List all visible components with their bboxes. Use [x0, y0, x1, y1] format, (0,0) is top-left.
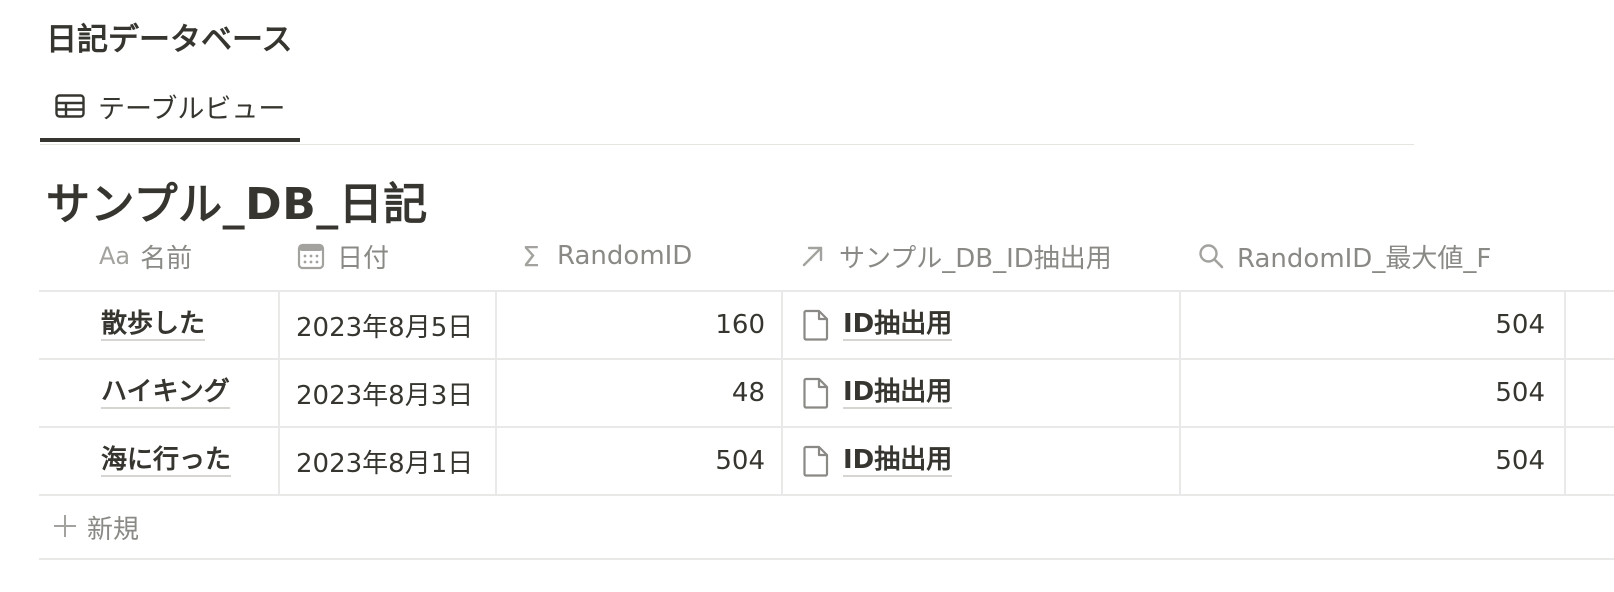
name-cell[interactable]: ハイキング: [101, 360, 279, 426]
randomid-cell[interactable]: 160: [497, 292, 765, 358]
rollup-cell[interactable]: 504: [1181, 360, 1545, 426]
column-header-label: サンプル_DB_ID抽出用: [839, 243, 1112, 274]
rollup-cell[interactable]: 504: [1181, 428, 1545, 494]
date-value: 2023年8月3日: [296, 380, 474, 411]
sigma-icon: Σ: [522, 239, 540, 273]
relation-cell[interactable]: ID抽出用: [801, 428, 1181, 494]
plus-icon: [53, 511, 77, 543]
page-icon: [801, 376, 831, 410]
column-divider: [781, 428, 783, 494]
column-divider: [1564, 292, 1566, 358]
relation-link[interactable]: ID抽出用: [843, 445, 953, 477]
column-divider: [781, 360, 783, 426]
randomid-value: 504: [715, 446, 765, 476]
tab-table-view[interactable]: テーブルビュー: [40, 74, 300, 142]
add-new-row-label: 新規: [87, 514, 140, 545]
column-header-label: RandomID_最大値_F: [1237, 243, 1492, 274]
page-title: 日記データベース: [46, 22, 293, 58]
relation-cell[interactable]: ID抽出用: [801, 360, 1181, 426]
column-header-rollup[interactable]: RandomID_最大値_F: [1195, 222, 1491, 290]
column-divider: [278, 360, 280, 426]
rollup-cell[interactable]: 504: [1181, 292, 1545, 358]
table-row[interactable]: 散歩した 2023年8月5日 160 ID抽出用 504: [39, 292, 1614, 360]
rollup-value: 504: [1495, 378, 1545, 408]
randomid-value: 48: [731, 378, 765, 408]
date-cell[interactable]: 2023年8月5日: [296, 292, 496, 358]
page-name-link[interactable]: 海に行った: [101, 445, 232, 477]
search-icon: [1195, 240, 1227, 272]
database-table: Aa 名前 日付 Σ RandomID サンプル_DB_ID抽出用 Random…: [39, 222, 1614, 560]
arrow-up-right-icon: [797, 240, 829, 272]
add-new-row-button[interactable]: 新規: [39, 496, 1614, 560]
page-icon: [801, 308, 831, 342]
date-value: 2023年8月5日: [296, 312, 474, 343]
calendar-icon: [295, 240, 327, 272]
column-divider: [781, 292, 783, 358]
column-divider: [1564, 360, 1566, 426]
page-name-link[interactable]: ハイキング: [101, 377, 230, 409]
column-header-label: RandomID: [557, 241, 693, 271]
rollup-value: 504: [1495, 310, 1545, 340]
column-divider: [278, 292, 280, 358]
page-icon: [801, 444, 831, 478]
tab-label: テーブルビュー: [98, 93, 286, 125]
tab-divider: [40, 144, 1414, 145]
column-divider: [278, 428, 280, 494]
date-value: 2023年8月1日: [296, 448, 474, 479]
randomid-cell[interactable]: 504: [497, 428, 765, 494]
relation-link[interactable]: ID抽出用: [843, 309, 953, 341]
randomid-cell[interactable]: 48: [497, 360, 765, 426]
table-row[interactable]: 海に行った 2023年8月1日 504 ID抽出用 504: [39, 428, 1614, 496]
column-divider: [1564, 428, 1566, 494]
date-cell[interactable]: 2023年8月3日: [296, 360, 496, 426]
column-header-randomid[interactable]: Σ RandomID: [515, 222, 692, 290]
column-header-label: 日付: [337, 243, 390, 274]
date-cell[interactable]: 2023年8月1日: [296, 428, 496, 494]
name-cell[interactable]: 海に行った: [101, 428, 279, 494]
table-row[interactable]: ハイキング 2023年8月3日 48 ID抽出用 504: [39, 360, 1614, 428]
table-icon: [54, 92, 86, 120]
column-header-name[interactable]: Aa 名前: [99, 222, 192, 290]
page-name-link[interactable]: 散歩した: [101, 309, 206, 341]
relation-cell[interactable]: ID抽出用: [801, 292, 1181, 358]
name-cell[interactable]: 散歩した: [101, 292, 279, 358]
rollup-value: 504: [1495, 446, 1545, 476]
table-header-row: Aa 名前 日付 Σ RandomID サンプル_DB_ID抽出用 Random…: [39, 222, 1614, 292]
column-header-date[interactable]: 日付: [295, 222, 389, 290]
randomid-value: 160: [715, 310, 765, 340]
relation-link[interactable]: ID抽出用: [843, 377, 953, 409]
column-header-label: 名前: [140, 243, 193, 274]
column-header-relation[interactable]: サンプル_DB_ID抽出用: [797, 222, 1112, 290]
aa-text-icon: Aa: [99, 242, 131, 270]
